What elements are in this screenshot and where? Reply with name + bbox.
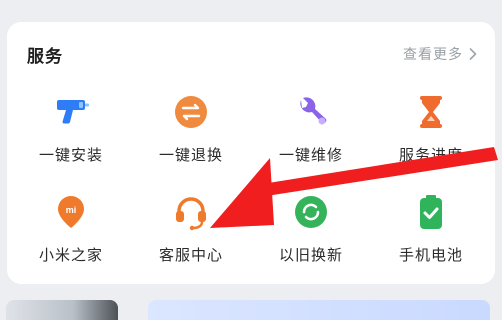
exchange-icon bbox=[171, 92, 211, 132]
banner-thumbnail-left[interactable] bbox=[6, 300, 118, 320]
banner-thumbnail-right[interactable] bbox=[148, 300, 490, 320]
mi-home-pin-icon: mi bbox=[51, 192, 91, 232]
service-label: 一键维修 bbox=[278, 146, 343, 164]
service-label: 手机电池 bbox=[398, 246, 463, 264]
drill-icon bbox=[51, 92, 91, 132]
view-more-link[interactable]: 查看更多 bbox=[403, 44, 477, 64]
recycle-icon bbox=[291, 192, 331, 232]
hourglass-icon bbox=[411, 92, 451, 132]
services-card: 服务 查看更多 一键安装 一键退换 一键维修 服务进度 mi 小米之家 客服中心… bbox=[7, 22, 495, 284]
svg-text:mi: mi bbox=[66, 205, 77, 215]
view-more-label: 查看更多 bbox=[403, 47, 463, 63]
service-label: 服务进度 bbox=[398, 146, 463, 164]
service-item-trade-in[interactable]: 以旧换新 bbox=[256, 190, 366, 285]
service-label: 以旧换新 bbox=[278, 246, 343, 264]
service-item-repair[interactable]: 一键维修 bbox=[256, 90, 366, 185]
service-item-return[interactable]: 一键退换 bbox=[136, 90, 246, 185]
service-item-install[interactable]: 一键安装 bbox=[16, 90, 126, 185]
wrench-icon bbox=[291, 92, 331, 132]
headset-icon bbox=[171, 192, 211, 232]
service-item-progress[interactable]: 服务进度 bbox=[376, 90, 486, 185]
chevron-right-icon bbox=[469, 48, 477, 60]
battery-icon bbox=[411, 192, 451, 232]
service-item-battery[interactable]: 手机电池 bbox=[376, 190, 486, 285]
service-item-mi-home[interactable]: mi 小米之家 bbox=[16, 190, 126, 285]
service-label: 小米之家 bbox=[38, 246, 103, 264]
services-title: 服务 bbox=[27, 47, 63, 67]
service-label: 一键安装 bbox=[38, 146, 103, 164]
service-label: 一键退换 bbox=[158, 146, 223, 164]
service-label: 客服中心 bbox=[158, 246, 223, 264]
service-item-customer-service[interactable]: 客服中心 bbox=[136, 190, 246, 285]
